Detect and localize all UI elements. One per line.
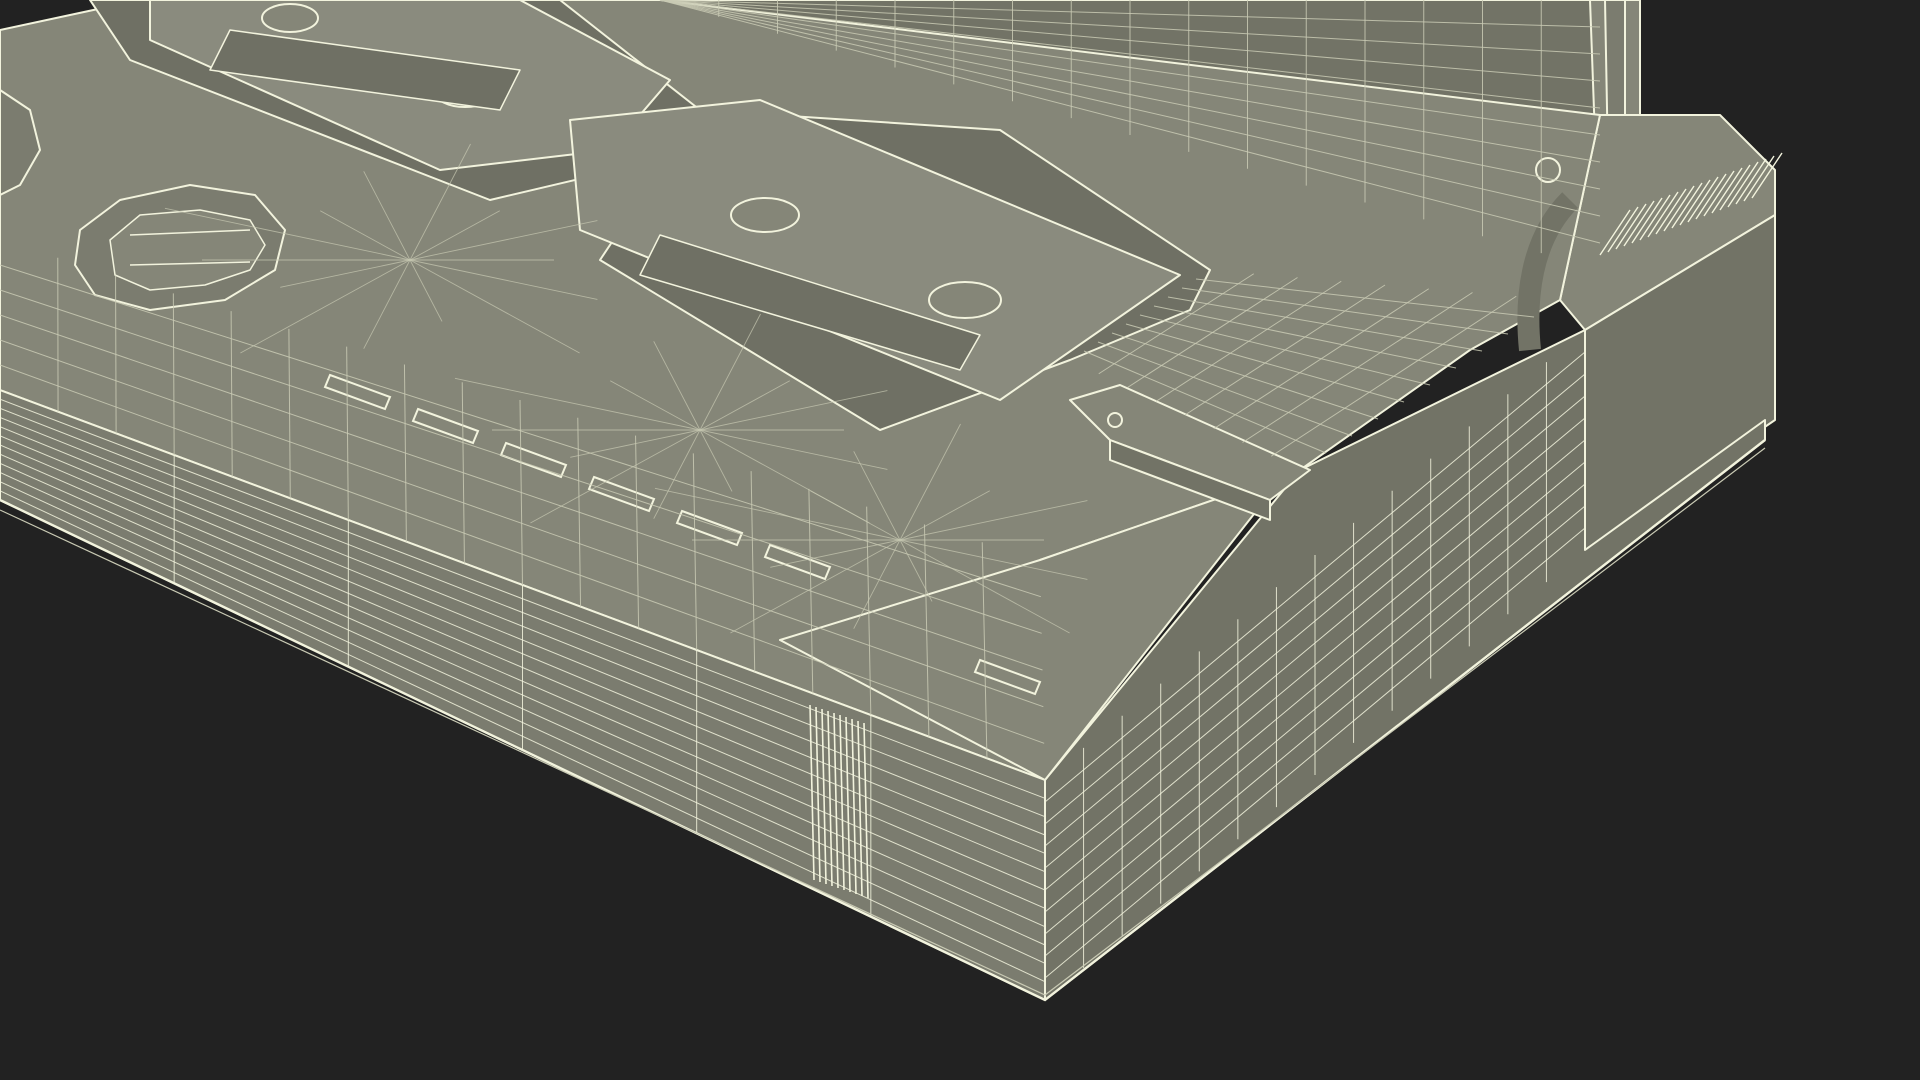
render-viewport bbox=[0, 0, 1920, 1080]
cassette-hub-icon bbox=[928, 281, 1002, 319]
cassette-hub-icon bbox=[261, 3, 319, 33]
wireframe-scene bbox=[0, 0, 1920, 1080]
cassette-hub-icon bbox=[730, 197, 800, 233]
